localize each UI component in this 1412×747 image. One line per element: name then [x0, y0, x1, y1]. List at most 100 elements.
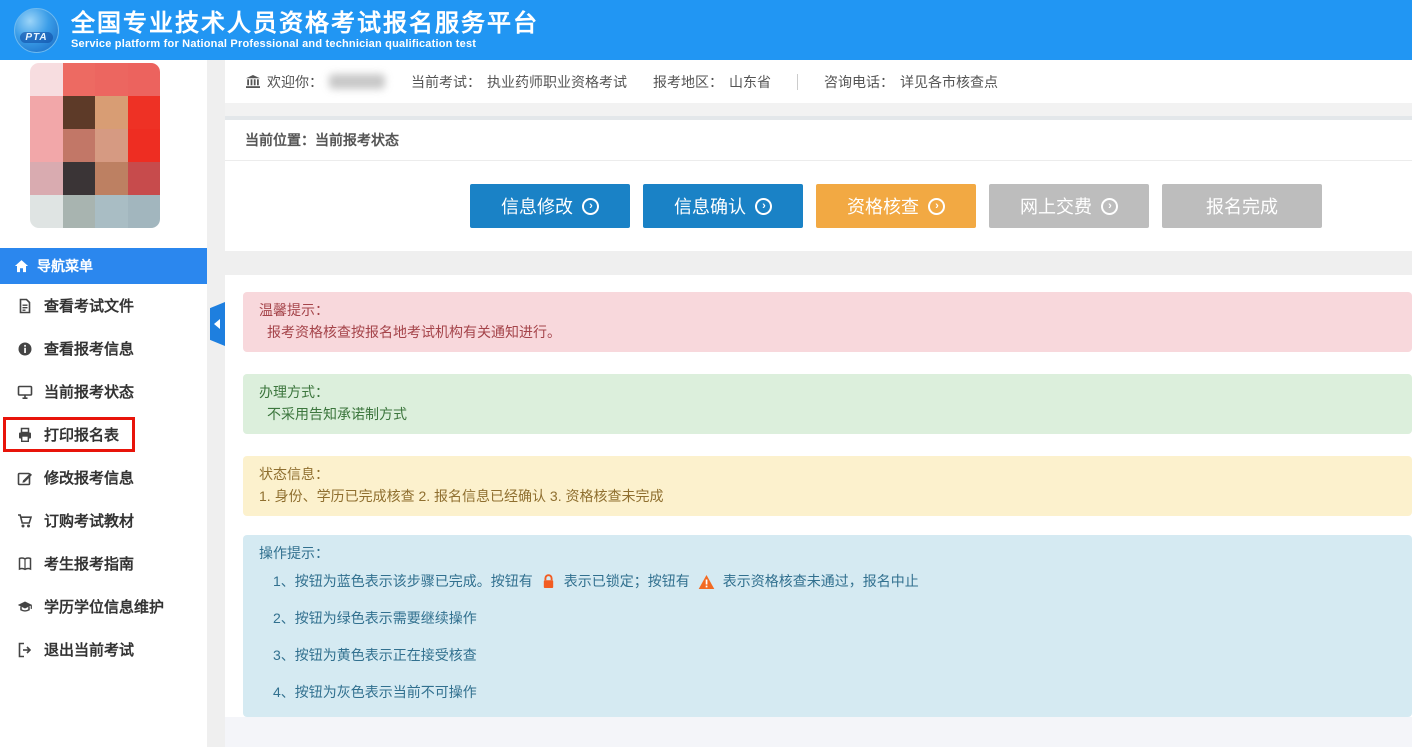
sidebar-item-modify-info[interactable]: 修改报考信息 — [0, 456, 207, 499]
cart-icon — [17, 513, 33, 529]
photo-mosaic-cell — [128, 195, 161, 228]
sidebar-item-view-exam-files[interactable]: 查看考试文件 — [0, 284, 207, 327]
sidebar-item-current-status[interactable]: 当前报考状态 — [0, 370, 207, 413]
pta-logo-text: PTA — [20, 32, 52, 43]
warning-triangle-icon — [695, 574, 718, 590]
sidebar-collapse-toggle[interactable] — [210, 302, 225, 346]
alert-title: 办理方式： — [259, 383, 1396, 402]
tip-text: 表示已锁定；按钮有 — [564, 572, 690, 591]
graduation-cap-icon — [17, 599, 33, 615]
step-button-info-confirm[interactable]: 信息确认 › — [643, 184, 803, 228]
alert-body: 报考资格核查按报名地考试机构有关通知进行。 — [259, 323, 1396, 342]
photo-mosaic-cell — [63, 96, 96, 129]
photo-mosaic-cell — [95, 195, 128, 228]
step-button-online-payment[interactable]: 网上交费 › — [989, 184, 1149, 228]
arrow-circle-right-icon: › — [1101, 198, 1118, 215]
sidebar-item-candidate-guide[interactable]: 考生报考指南 — [0, 542, 207, 585]
operation-tip-line-1: 1、按钮为蓝色表示该步骤已完成。按钮有 表示已锁定；按钮有 表示资格核查未通过，… — [259, 572, 1396, 591]
sidebar-item-label: 打印报名表 — [44, 424, 119, 445]
sidebar-item-print-form[interactable]: 打印报名表 — [0, 413, 207, 456]
current-exam-label: 当前考试： — [411, 72, 481, 92]
candidate-photo — [30, 63, 160, 228]
nav-menu-header: 导航菜单 — [0, 248, 207, 284]
photo-mosaic-cell — [95, 63, 128, 96]
sidebar-item-label: 订购考试教材 — [44, 510, 134, 531]
photo-mosaic-cell — [95, 129, 128, 162]
alert-status-info: 状态信息： 1. 身份、学历已完成核查 2. 报名信息已经确认 3. 资格核查未… — [243, 456, 1412, 516]
lock-icon — [538, 573, 559, 590]
alert-warm-tip: 温馨提示： 报考资格核查按报名地考试机构有关通知进行。 — [243, 292, 1412, 352]
sidebar-item-degree-maintenance[interactable]: 学历学位信息维护 — [0, 585, 207, 628]
info-circle-icon — [17, 341, 33, 357]
photo-mosaic-cell — [30, 129, 63, 162]
sidebar-item-label: 查看考试文件 — [44, 295, 134, 316]
photo-mosaic-cell — [95, 96, 128, 129]
app-title: 全国专业技术人员资格考试报名服务平台 — [71, 10, 539, 38]
institution-icon — [245, 74, 261, 90]
app-subtitle: Service platform for National Profession… — [71, 38, 539, 50]
photo-mosaic-cell — [128, 96, 161, 129]
current-exam-value: 执业药师职业资格考试 — [487, 72, 627, 92]
divider — [797, 74, 798, 90]
photo-mosaic-cell — [128, 162, 161, 195]
step-button-registration-complete[interactable]: 报名完成 — [1162, 184, 1322, 228]
step-button-info-modify[interactable]: 信息修改 › — [470, 184, 630, 228]
region-value: 山东省 — [729, 72, 771, 92]
alert-title: 操作提示： — [259, 544, 1396, 563]
step-label: 报名完成 — [1206, 193, 1278, 219]
photo-mosaic-cell — [30, 96, 63, 129]
photo-mosaic-cell — [63, 195, 96, 228]
status-content-panel: 温馨提示： 报考资格核查按报名地考试机构有关通知进行。 办理方式： 不采用告知承… — [225, 275, 1412, 717]
tip-text: 表示资格核查未通过，报名中止 — [723, 572, 919, 591]
photo-mosaic-cell — [128, 63, 161, 96]
photo-mosaic-cell — [128, 129, 161, 162]
sidebar-item-label: 修改报考信息 — [44, 467, 134, 488]
step-label: 信息确认 — [674, 193, 746, 219]
sidebar-item-exit-exam[interactable]: 退出当前考试 — [0, 628, 207, 671]
candidate-name-redacted — [329, 74, 385, 89]
sidebar-gap — [207, 60, 225, 747]
photo-mosaic-cell — [63, 162, 96, 195]
spacer — [225, 251, 1412, 275]
pta-logo-icon: PTA — [14, 8, 59, 53]
photo-mosaic-cell — [63, 129, 96, 162]
sidebar-item-label: 查看报考信息 — [44, 338, 134, 359]
sidebar-item-label: 退出当前考试 — [44, 639, 134, 660]
sidebar-item-label: 考生报考指南 — [44, 553, 134, 574]
sidebar-item-order-materials[interactable]: 订购考试教材 — [0, 499, 207, 542]
sidebar-item-label: 当前报考状态 — [44, 381, 134, 402]
alert-processing-method: 办理方式： 不采用告知承诺制方式 — [243, 374, 1412, 434]
book-icon — [17, 556, 33, 572]
file-text-icon — [17, 298, 33, 314]
phone-label: 咨询电话： — [824, 72, 894, 92]
alert-body: 不采用告知承诺制方式 — [259, 405, 1396, 424]
step-label: 信息修改 — [501, 193, 573, 219]
app-header: PTA 全国专业技术人员资格考试报名服务平台 Service platform … — [0, 0, 1412, 60]
welcome-label: 欢迎你： — [267, 72, 323, 92]
photo-mosaic-cell — [30, 63, 63, 96]
sidebar-item-view-registration-info[interactable]: 查看报考信息 — [0, 327, 207, 370]
tip-text: 1、按钮为蓝色表示该步骤已完成。按钮有 — [273, 572, 533, 591]
operation-tip-line-3: 3、按钮为黄色表示正在接受核查 — [259, 646, 1396, 665]
nav-menu-header-label: 导航菜单 — [37, 256, 93, 276]
alert-title: 状态信息： — [259, 465, 1396, 484]
sign-out-icon — [17, 642, 33, 658]
printer-icon — [17, 427, 33, 443]
step-label: 资格核查 — [847, 193, 919, 219]
photo-mosaic-cell — [63, 63, 96, 96]
step-label: 网上交费 — [1020, 193, 1092, 219]
step-button-qualification-check[interactable]: 资格核查 › — [816, 184, 976, 228]
phone-value: 详见各市核查点 — [900, 72, 998, 92]
page-background — [225, 717, 1412, 747]
operation-tip-line-2: 2、按钮为绿色表示需要继续操作 — [259, 609, 1396, 628]
region-label: 报考地区： — [653, 72, 723, 92]
sidebar: 导航菜单 查看考试文件 查看报考信息 当前报考状态 打印报名表 — [0, 60, 207, 747]
divider-band — [225, 103, 1412, 116]
breadcrumb: 当前位置：当前报考状态 — [225, 120, 1412, 161]
edit-icon — [17, 470, 33, 486]
chevron-left-icon — [214, 319, 220, 329]
alert-body: 1. 身份、学历已完成核查 2. 报名信息已经确认 3. 资格核查未完成 — [259, 487, 1396, 506]
desktop-icon — [17, 384, 33, 400]
photo-mosaic-cell — [30, 162, 63, 195]
photo-mosaic-cell — [95, 162, 128, 195]
